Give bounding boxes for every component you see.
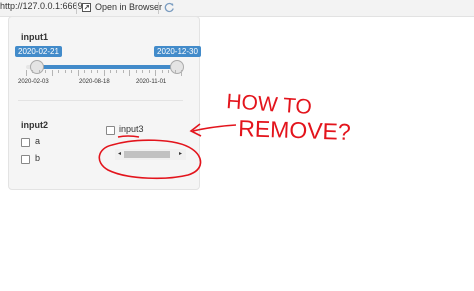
annotation-underline: [117, 135, 140, 138]
annotation-arrow: [192, 124, 237, 132]
annotation-overlay: HOW TO REMOVE?: [98, 90, 351, 180]
annotation-text-line2: REMOVE?: [238, 115, 351, 145]
annotation-ellipse: [98, 139, 202, 180]
